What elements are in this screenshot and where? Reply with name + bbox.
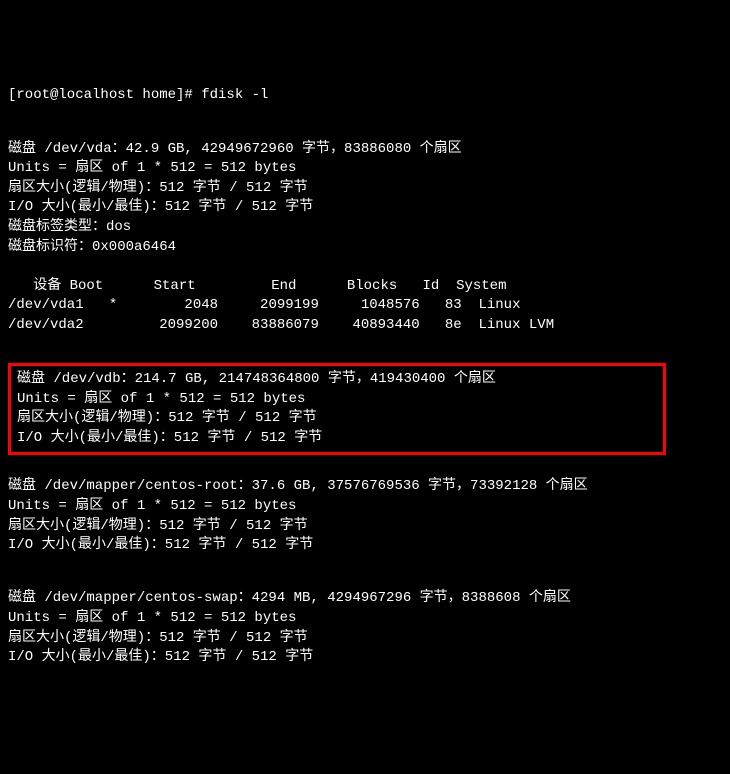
partition-table-header: 设备 Boot Start End Blocks Id System bbox=[8, 278, 506, 294]
disk-centos-root-units: Units = 扇区 of 1 * 512 = 512 bytes bbox=[8, 498, 296, 514]
disk-vda-label-type: 磁盘标签类型：dos bbox=[8, 219, 131, 235]
disk-centos-swap-sector-size: 扇区大小(逻辑/物理)：512 字节 / 512 字节 bbox=[8, 630, 308, 646]
disk-centos-swap-units: Units = 扇区 of 1 * 512 = 512 bytes bbox=[8, 610, 296, 626]
disk-vda-block: 磁盘 /dev/vda：42.9 GB, 42949672960 字节，8388… bbox=[8, 140, 722, 336]
disk-centos-root-io-size: I/O 大小(最小/最佳)：512 字节 / 512 字节 bbox=[8, 537, 313, 553]
disk-centos-swap-header: 磁盘 /dev/mapper/centos-swap：4294 MB, 4294… bbox=[8, 590, 571, 606]
partition-row-vda1: /dev/vda1 * 2048 2099199 1048576 83 Linu… bbox=[8, 297, 520, 313]
disk-centos-root-sector-size: 扇区大小(逻辑/物理)：512 字节 / 512 字节 bbox=[8, 518, 308, 534]
disk-vda-io-size: I/O 大小(最小/最佳)：512 字节 / 512 字节 bbox=[8, 199, 313, 215]
disk-centos-root-block: 磁盘 /dev/mapper/centos-root：37.6 GB, 3757… bbox=[8, 477, 722, 555]
terminal-prompt[interactable]: [root@localhost home]# fdisk -l bbox=[8, 86, 722, 106]
disk-centos-swap-block: 磁盘 /dev/mapper/centos-swap：4294 MB, 4294… bbox=[8, 589, 722, 667]
disk-vdb-sector-size: 扇区大小(逻辑/物理)：512 字节 / 512 字节 bbox=[17, 410, 317, 426]
disk-vda-units: Units = 扇区 of 1 * 512 = 512 bytes bbox=[8, 160, 296, 176]
disk-vda-identifier: 磁盘标识符：0x000a6464 bbox=[8, 239, 176, 255]
disk-vdb-units: Units = 扇区 of 1 * 512 = 512 bytes bbox=[17, 391, 305, 407]
partition-row-vda2: /dev/vda2 2099200 83886079 40893440 8e L… bbox=[8, 317, 554, 333]
highlighted-disk-vdb-block: 磁盘 /dev/vdb：214.7 GB, 214748364800 字节，41… bbox=[8, 363, 666, 455]
disk-vdb-header: 磁盘 /dev/vdb：214.7 GB, 214748364800 字节，41… bbox=[17, 371, 496, 387]
disk-centos-root-header: 磁盘 /dev/mapper/centos-root：37.6 GB, 3757… bbox=[8, 478, 588, 494]
disk-vda-sector-size: 扇区大小(逻辑/物理)：512 字节 / 512 字节 bbox=[8, 180, 308, 196]
disk-vdb-io-size: I/O 大小(最小/最佳)：512 字节 / 512 字节 bbox=[17, 430, 322, 446]
disk-vda-header: 磁盘 /dev/vda：42.9 GB, 42949672960 字节，8388… bbox=[8, 141, 462, 157]
disk-centos-swap-io-size: I/O 大小(最小/最佳)：512 字节 / 512 字节 bbox=[8, 649, 313, 665]
